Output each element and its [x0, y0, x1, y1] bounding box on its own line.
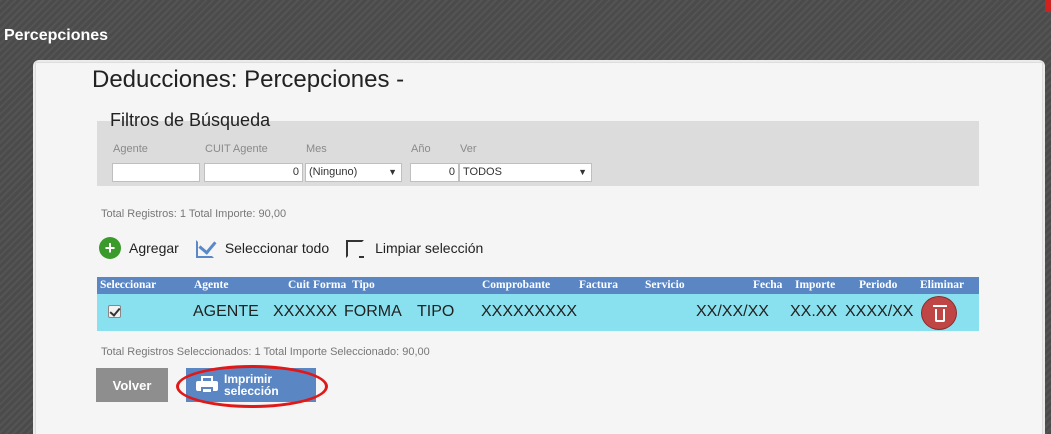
highlight-annotation: [176, 365, 328, 408]
cell-cuit: XXXXXX: [273, 303, 338, 320]
plus-icon: +: [99, 237, 121, 259]
cell-importe: XX.XX: [790, 303, 838, 320]
header-agente: Agente: [194, 279, 229, 291]
ver-select-value: TODOS: [463, 166, 502, 178]
header-servicio: Servicio: [645, 279, 685, 291]
row-select-checkbox[interactable]: [108, 305, 121, 318]
checkbox-checked-icon: [195, 238, 217, 258]
filter-label-ver: Ver: [460, 143, 477, 155]
cell-forma: FORMA: [344, 303, 402, 320]
anio-field[interactable]: 0: [410, 163, 459, 182]
selected-summary: Total Registros Seleccionados: 1 Total I…: [101, 346, 430, 358]
ver-select[interactable]: TODOS ▼: [459, 163, 592, 182]
add-button[interactable]: + Agregar: [99, 237, 179, 259]
header-fecha: Fecha: [753, 279, 783, 291]
mes-select-value: (Ninguno): [309, 166, 358, 178]
header-comprobante: Comprobante: [482, 279, 551, 291]
filter-label-cuit: CUIT Agente: [205, 143, 268, 155]
checkbox-empty-icon: [345, 238, 367, 258]
trash-icon-body: [935, 309, 945, 322]
filter-label-mes: Mes: [306, 143, 327, 155]
header-periodo: Periodo: [859, 279, 898, 291]
cuit-field[interactable]: 0: [204, 163, 303, 182]
filter-label-anio: Año: [411, 143, 431, 155]
window-title: Percepciones: [4, 27, 109, 44]
header-cuit: Cuit: [288, 279, 310, 291]
cell-agente: AGENTE: [193, 303, 259, 320]
select-all-label: Seleccionar todo: [224, 240, 330, 256]
app-window: Percepciones Deducciones: Percepciones -…: [0, 0, 1051, 434]
chevron-down-icon: ▼: [578, 167, 587, 177]
back-button[interactable]: Volver: [96, 368, 168, 402]
mes-select[interactable]: (Ninguno) ▼: [305, 163, 402, 182]
clear-selection-label: Limpiar selección: [375, 240, 484, 256]
clear-selection-button[interactable]: Limpiar selección: [345, 238, 483, 258]
header-tipo: Tipo: [352, 279, 375, 291]
filter-label-agente: Agente: [113, 143, 148, 155]
total-summary: Total Registros: 1 Total Importe: 90,00: [101, 208, 287, 220]
trash-icon: [933, 305, 947, 307]
agente-field[interactable]: [112, 163, 200, 182]
cell-periodo: XXXX/XX: [845, 303, 914, 320]
header-eliminar: Eliminar: [920, 279, 965, 291]
header-factura: Factura: [579, 279, 618, 291]
cell-tipo: TIPO: [417, 303, 455, 320]
delete-button[interactable]: [921, 296, 957, 330]
header-importe: Importe: [795, 279, 836, 291]
page-title: Deducciones: Percepciones -: [92, 66, 405, 93]
cell-comprobante: XXXXXXXXX: [481, 303, 578, 320]
add-label: Agregar: [129, 240, 179, 256]
chevron-down-icon: ▼: [388, 167, 397, 177]
window-close-corner[interactable]: [1045, 0, 1051, 12]
action-bar: + Agregar Seleccionar todo Limpiar selec…: [99, 236, 499, 260]
cell-fecha: XX/XX/XX: [696, 303, 769, 320]
select-all-button[interactable]: Seleccionar todo: [195, 238, 329, 258]
header-seleccionar: Seleccionar: [100, 279, 157, 291]
header-forma: Forma: [313, 279, 347, 291]
filters-title: Filtros de Búsqueda: [110, 110, 271, 130]
